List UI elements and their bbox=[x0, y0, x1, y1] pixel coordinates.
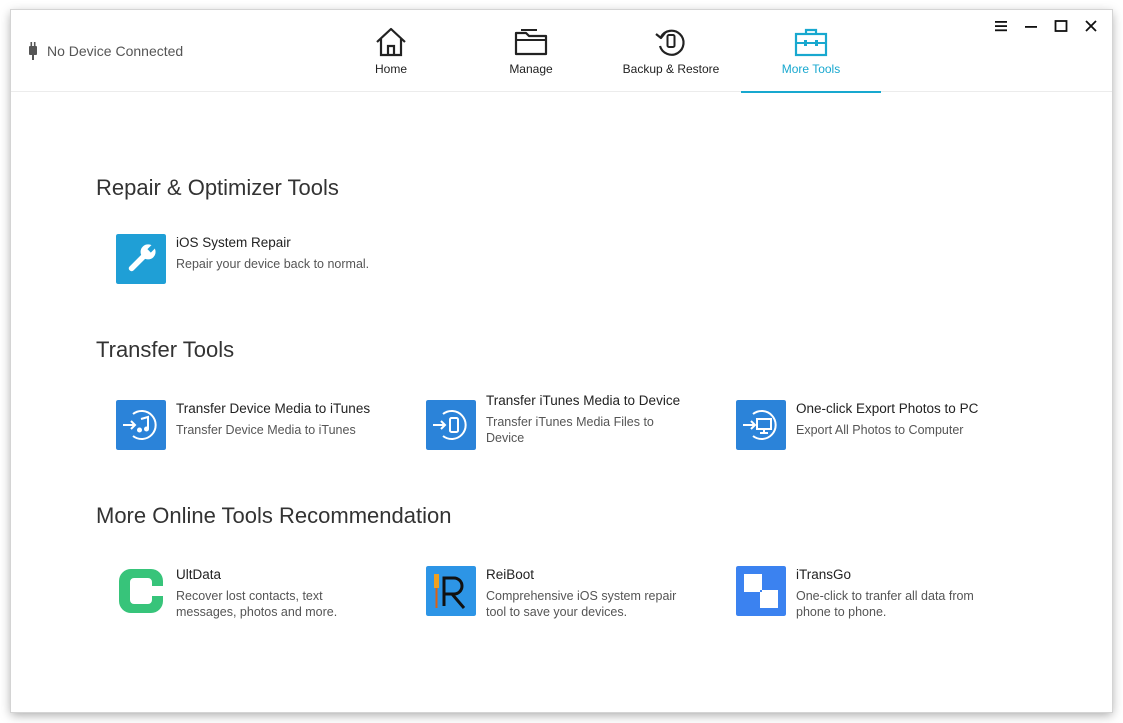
tool-name: UltData bbox=[176, 567, 222, 582]
tool-export-photos-to-pc[interactable]: One-click Export Photos to PC Export All… bbox=[736, 400, 1026, 454]
tool-name: iTransGo bbox=[796, 567, 852, 582]
tool-description: Export All Photos to Computer bbox=[796, 423, 964, 437]
tool-description: Transfer Device Media to iTunes bbox=[176, 423, 356, 437]
tool-description: Recover lost contacts, text messages, ph… bbox=[176, 589, 338, 619]
tool-ultdata[interactable]: UltData Recover lost contacts, text mess… bbox=[116, 566, 406, 620]
minimize-button[interactable] bbox=[1016, 16, 1046, 36]
close-button[interactable] bbox=[1076, 16, 1106, 36]
main-nav: Home Manage Backup & Restore More Tools bbox=[321, 10, 881, 93]
tool-transfer-itunes-to-device[interactable]: Transfer iTunes Media to Device Transfer… bbox=[426, 393, 716, 454]
itransgo-icon bbox=[736, 566, 786, 616]
tool-transfer-media-to-itunes[interactable]: Transfer Device Media to iTunes Transfer… bbox=[116, 400, 406, 454]
top-bar: No Device Connected Home Manage Backup &… bbox=[11, 10, 1112, 93]
device-transfer-icon bbox=[426, 400, 476, 450]
tab-backup-restore-label: Backup & Restore bbox=[622, 62, 720, 76]
menu-button[interactable] bbox=[986, 16, 1016, 36]
tool-description: Transfer iTunes Media Files to Device bbox=[486, 415, 654, 445]
pc-export-icon bbox=[736, 400, 786, 450]
tab-manage-label: Manage bbox=[509, 62, 553, 76]
hamburger-icon bbox=[995, 21, 1007, 32]
tool-reiboot[interactable]: ReiBoot Comprehensive iOS system repair … bbox=[426, 566, 716, 620]
folder-icon bbox=[514, 29, 548, 56]
backup-restore-icon bbox=[655, 29, 685, 56]
tab-home[interactable]: Home bbox=[321, 10, 461, 92]
tool-description: Comprehensive iOS system repair tool to … bbox=[486, 589, 677, 619]
device-status: No Device Connected bbox=[27, 41, 183, 61]
tool-description: One-click to tranfer all data from phone… bbox=[796, 589, 974, 619]
tool-name: ReiBoot bbox=[486, 567, 535, 582]
tool-name: One-click Export Photos to PC bbox=[796, 401, 979, 416]
tab-more-tools-label: More Tools bbox=[781, 62, 841, 76]
minimize-icon bbox=[1025, 26, 1037, 28]
device-status-text: No Device Connected bbox=[47, 43, 184, 59]
section-title-transfer: Transfer Tools bbox=[96, 337, 235, 362]
section-title-online: More Online Tools Recommendation bbox=[96, 503, 452, 528]
wrench-icon bbox=[116, 234, 166, 284]
ultdata-icon bbox=[116, 566, 166, 616]
tool-name: iOS System Repair bbox=[176, 235, 291, 250]
app-window: No Device Connected Home Manage Backup &… bbox=[11, 10, 1112, 712]
tool-ios-system-repair[interactable]: iOS System Repair Repair your device bac… bbox=[116, 234, 406, 288]
reiboot-icon bbox=[426, 566, 476, 616]
tool-itransgo[interactable]: iTransGo One-click to tranfer all data f… bbox=[736, 566, 1026, 620]
tab-more-tools[interactable]: More Tools bbox=[741, 10, 881, 93]
usb-plug-icon bbox=[29, 42, 37, 60]
tab-manage[interactable]: Manage bbox=[461, 10, 601, 92]
maximize-icon bbox=[1054, 20, 1068, 32]
window-controls bbox=[986, 16, 1106, 36]
tool-name: Transfer Device Media to iTunes bbox=[176, 401, 371, 416]
close-icon bbox=[1085, 20, 1097, 32]
tab-backup-restore[interactable]: Backup & Restore bbox=[601, 10, 741, 92]
section-title-repair: Repair & Optimizer Tools bbox=[96, 175, 339, 200]
music-transfer-icon bbox=[116, 400, 166, 450]
maximize-button[interactable] bbox=[1046, 16, 1076, 36]
tool-name: Transfer iTunes Media to Device bbox=[486, 393, 681, 408]
tool-description: Repair your device back to normal. bbox=[176, 257, 370, 271]
tab-home-label: Home bbox=[374, 62, 407, 76]
home-icon bbox=[376, 27, 406, 57]
toolbox-icon bbox=[794, 28, 828, 57]
